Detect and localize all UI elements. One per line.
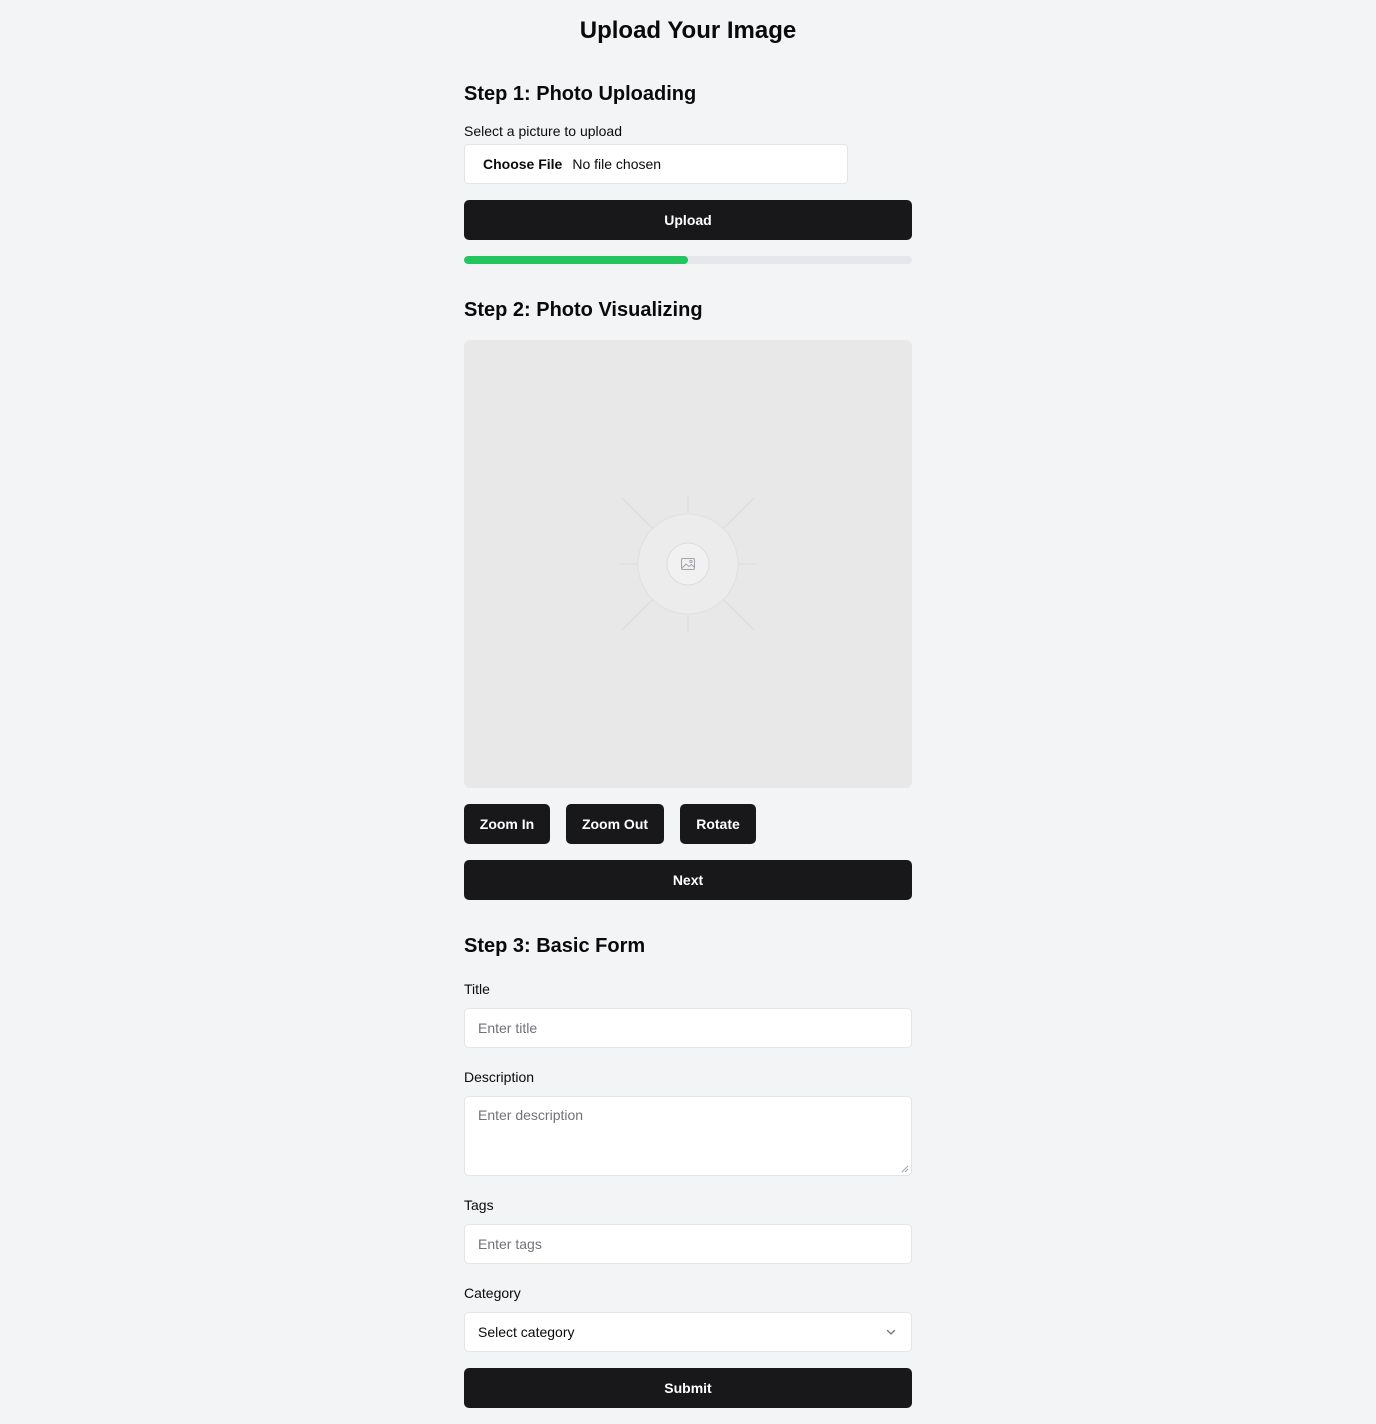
file-input[interactable]: Choose File No file chosen xyxy=(464,144,848,184)
upload-page: Upload Your Image Step 1: Photo Uploadin… xyxy=(0,0,1376,1424)
description-label: Description xyxy=(464,1069,535,1085)
description-textarea[interactable]: Enter description xyxy=(464,1096,912,1176)
description-placeholder: Enter description xyxy=(478,1107,584,1123)
tags-input[interactable]: Enter tags xyxy=(464,1224,912,1264)
chevron-down-icon xyxy=(886,1329,896,1335)
submit-button[interactable]: Submit xyxy=(464,1368,912,1408)
rotate-button[interactable]: Rotate xyxy=(680,804,756,844)
next-button[interactable]: Next xyxy=(464,860,912,900)
file-label: Select a picture to upload xyxy=(464,123,622,139)
step3-heading: Step 3: Basic Form xyxy=(464,935,646,957)
category-select[interactable]: Select category xyxy=(464,1312,912,1352)
title-placeholder: Enter title xyxy=(478,1020,538,1036)
zoom-out-button[interactable]: Zoom Out xyxy=(566,804,664,844)
tags-label: Tags xyxy=(464,1197,494,1213)
tags-placeholder: Enter tags xyxy=(478,1236,542,1252)
zoom-in-button[interactable]: Zoom In xyxy=(464,804,550,844)
step2-heading: Step 2: Photo Visualizing xyxy=(464,299,703,321)
category-label: Category xyxy=(464,1285,521,1301)
upload-button[interactable]: Upload xyxy=(464,200,912,240)
upload-progress-fill xyxy=(464,256,688,264)
image-icon xyxy=(681,558,695,570)
photo-preview xyxy=(464,340,912,788)
title-label: Title xyxy=(464,981,490,997)
page-title: Upload Your Image xyxy=(579,17,797,44)
resize-grip-icon[interactable] xyxy=(901,1165,909,1173)
title-input[interactable]: Enter title xyxy=(464,1008,912,1048)
category-selected-value: Select category xyxy=(478,1324,575,1340)
choose-file-button[interactable]: Choose File xyxy=(483,156,562,172)
step1-heading: Step 1: Photo Uploading xyxy=(464,83,697,105)
upload-progress-bar xyxy=(464,256,912,264)
file-status: No file chosen xyxy=(572,156,662,172)
